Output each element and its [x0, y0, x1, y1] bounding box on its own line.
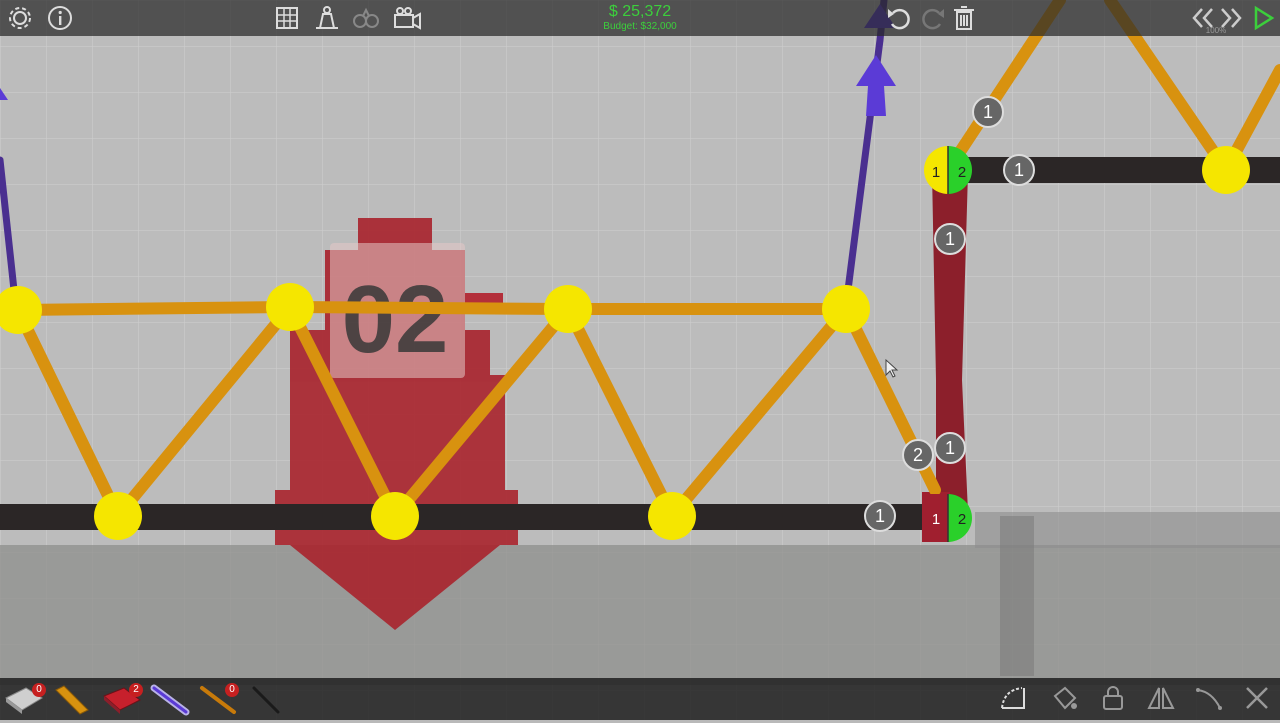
road-count-badge: 0 [32, 683, 46, 697]
split-joint-top[interactable]: 1 2 [924, 146, 972, 194]
undo-icon [888, 8, 910, 30]
delete-button[interactable] [949, 4, 979, 32]
camera-button[interactable] [392, 4, 422, 32]
paint-bucket-icon [1053, 686, 1077, 710]
mirror-icon [1147, 687, 1175, 709]
joint [266, 283, 314, 331]
material-wood[interactable] [50, 680, 94, 718]
settings-button[interactable] [5, 4, 35, 32]
spring-button[interactable] [1194, 684, 1224, 712]
trash-icon [954, 6, 974, 30]
wood-material-icon [55, 685, 89, 715]
joint [544, 285, 592, 333]
joint [822, 285, 870, 333]
lock-button[interactable] [1098, 684, 1128, 712]
split-joint-top-left-label: 1 [932, 164, 940, 181]
boat-number: 02 [342, 266, 449, 373]
stress-label-text: 2 [913, 445, 923, 465]
weight-icon [316, 6, 338, 29]
split-joint-bottom-right-label: 2 [958, 511, 966, 528]
clear-button[interactable] [1242, 684, 1272, 712]
split-joint-bottom-left-label: 1 [932, 511, 940, 528]
play-icon [1254, 5, 1275, 31]
speed-label: 100% [1205, 26, 1227, 35]
bank-pillar [1000, 516, 1034, 676]
stress-label: 2 [902, 439, 934, 471]
bottom-toolbar [0, 678, 1280, 720]
paint-button[interactable] [1049, 684, 1079, 712]
budget-limit: Budget: $32,000 [603, 21, 677, 32]
joint [94, 492, 142, 540]
info-button[interactable] [45, 4, 75, 32]
stress-label-text: 1 [875, 506, 885, 526]
binoculars-icon [353, 7, 379, 28]
spring-icon [1196, 688, 1222, 710]
redo-button[interactable] [917, 4, 947, 32]
stress-label-text: 1 [983, 102, 993, 122]
play-button[interactable] [1248, 4, 1278, 32]
weight-button[interactable] [312, 4, 342, 32]
joint [1202, 146, 1250, 194]
budget-display: $ 25,372 Budget: $32,000 [560, 3, 720, 33]
material-cable[interactable] [244, 680, 288, 718]
stress-label: 1 [972, 96, 1004, 128]
gear-icon [9, 7, 31, 29]
material-hydraulics[interactable] [148, 680, 192, 718]
redo-icon [922, 8, 944, 30]
stress-label: 1 [934, 223, 966, 255]
split-joint-top-right-label: 2 [958, 164, 966, 181]
arc-icon [1001, 687, 1025, 709]
view-button[interactable] [351, 4, 381, 32]
top-toolbar: $ 25,372 Budget: $32,000 100% [0, 0, 1280, 36]
close-icon [1246, 687, 1268, 709]
hydraulics-material-icon [150, 684, 190, 716]
arc-tool-button[interactable] [998, 684, 1028, 712]
split-joint-bottom[interactable]: 1 2 [924, 494, 972, 542]
money-remaining: $ 25,372 [608, 3, 672, 20]
grid-button[interactable] [273, 4, 303, 32]
steel-count-badge: 2 [129, 683, 143, 697]
undo-button[interactable] [885, 4, 915, 32]
stress-label: 1 [934, 432, 966, 464]
rope-count-badge: 0 [225, 683, 239, 697]
cable-material-icon [252, 686, 280, 714]
stress-label-text: 1 [945, 438, 955, 458]
water [0, 545, 1280, 685]
mirror-button[interactable] [1146, 684, 1176, 712]
joint [371, 492, 419, 540]
joint [648, 492, 696, 540]
info-icon [48, 6, 72, 30]
camera-icon [394, 7, 421, 30]
lock-icon [1103, 686, 1123, 710]
stress-label: 1 [864, 500, 896, 532]
stress-label: 1 [1003, 154, 1035, 186]
stress-label-text: 1 [1014, 160, 1024, 180]
stress-label-text: 1 [945, 229, 955, 249]
game-canvas[interactable]: 02 1 2 1 2 1 1 1 1 2 1 [0, 0, 1280, 720]
grid-icon [276, 7, 298, 29]
